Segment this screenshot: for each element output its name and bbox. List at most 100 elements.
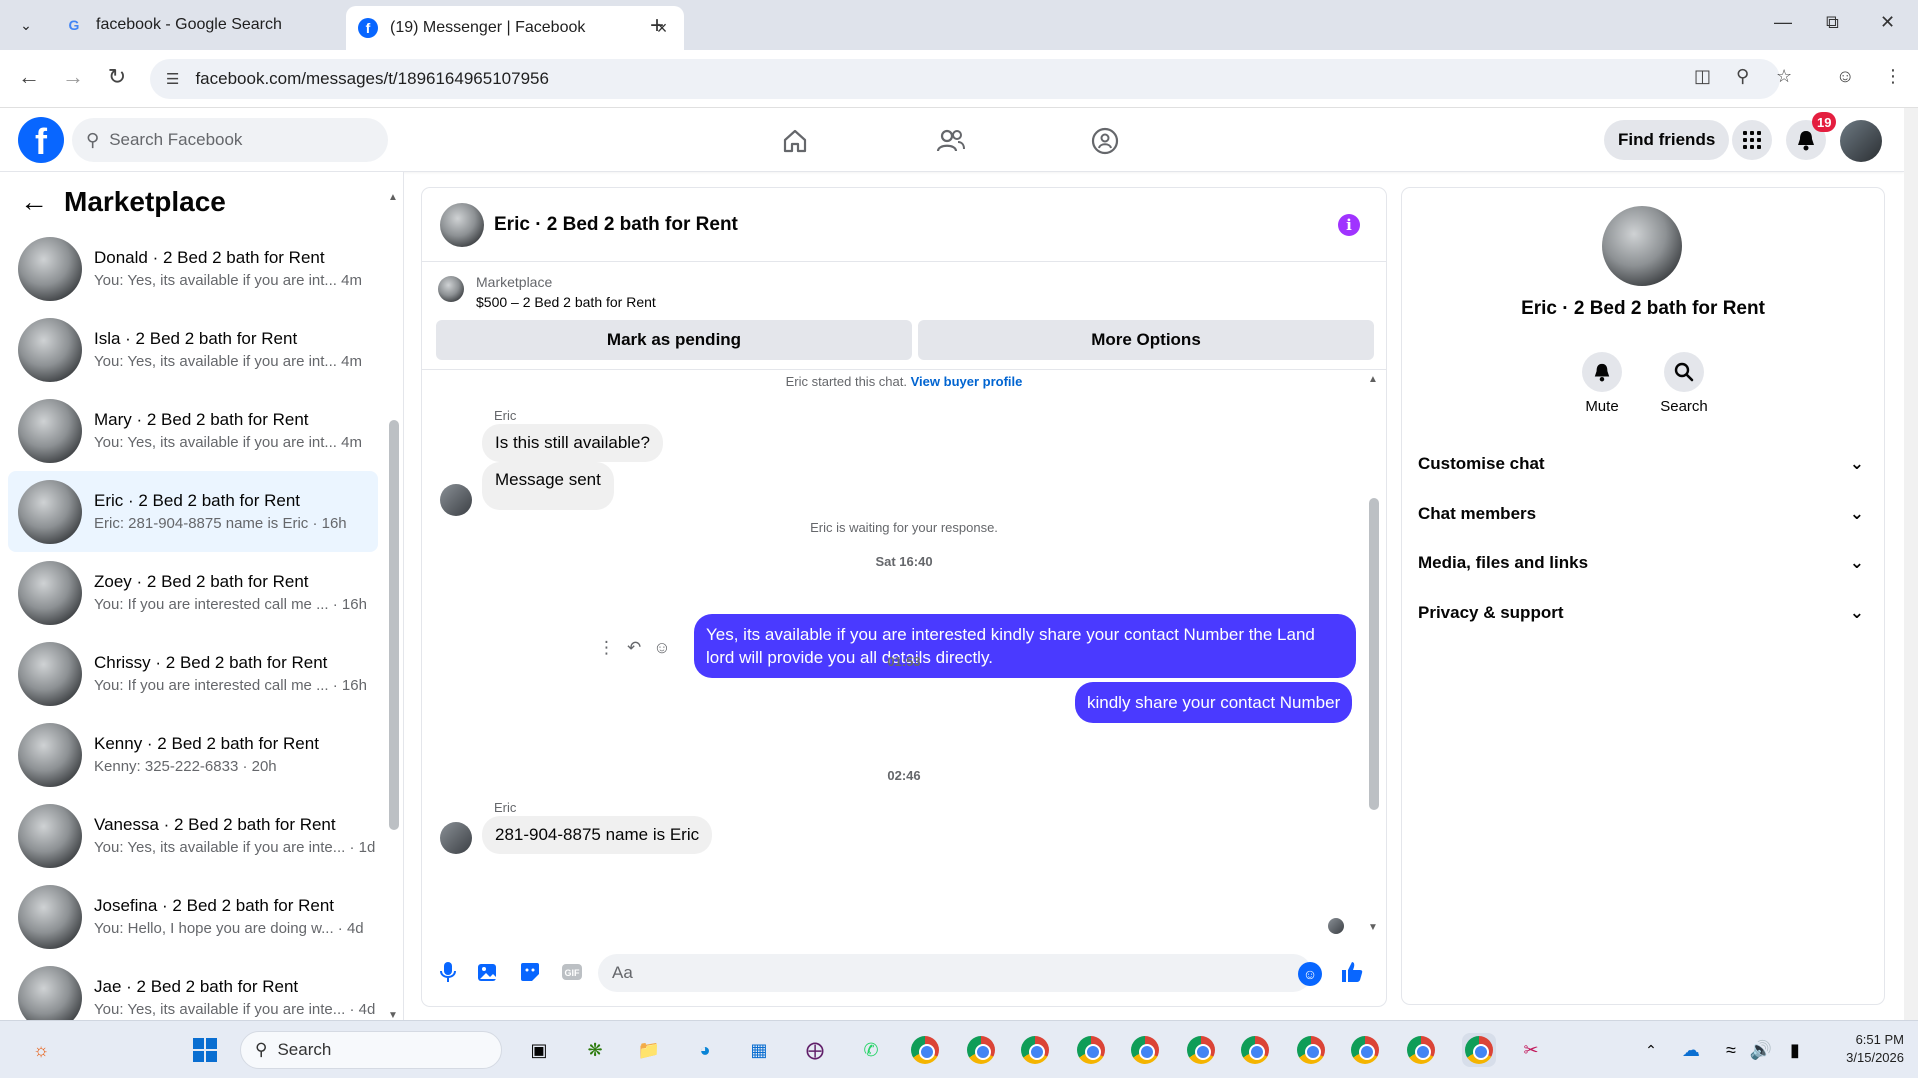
chrome-icon[interactable] [1074, 1033, 1108, 1067]
menu-grid-icon[interactable] [1732, 120, 1772, 160]
slack-icon[interactable]: ⨁ [798, 1033, 832, 1067]
chrome-icon[interactable] [1348, 1033, 1382, 1067]
battery-icon[interactable]: ▮ [1778, 1033, 1812, 1067]
view-buyer-profile-link[interactable]: View buyer profile [911, 374, 1023, 389]
scroll-down-icon[interactable]: ▼ [388, 1010, 398, 1020]
tab-google-search[interactable]: G facebook - Google Search × [52, 6, 390, 44]
groups-icon[interactable] [1088, 124, 1122, 158]
chat-members-section[interactable]: Chat members ⌄ [1418, 492, 1868, 536]
zoom-icon[interactable]: ⚲ [1736, 66, 1749, 87]
like-thumbs-up-icon[interactable] [1340, 960, 1364, 984]
message-input[interactable]: Aa [598, 954, 1312, 992]
chat-avatar[interactable] [440, 202, 484, 247]
friends-icon[interactable] [934, 124, 968, 158]
home-icon[interactable] [778, 124, 812, 158]
window-close-icon[interactable]: ✕ [1880, 12, 1895, 33]
tab-messenger[interactable]: f (19) Messenger | Facebook × [346, 6, 684, 50]
outgoing-message[interactable]: kindly share your contact Number [1075, 682, 1353, 723]
gif-icon[interactable]: GIF [560, 960, 584, 984]
tab-search-chevron-icon[interactable]: ⌄ [10, 9, 42, 41]
conversation-item-selected[interactable]: Eric · 2 Bed 2 bath for Rent Eric: 281-90… [8, 471, 378, 552]
browser-menu-icon[interactable]: ⋮ [1884, 66, 1902, 87]
scrollbar-thumb[interactable] [1369, 498, 1379, 810]
find-friends-button[interactable]: Find friends [1604, 120, 1730, 160]
conversation-item[interactable]: Kenny · 2 Bed 2 bath for Rent Kenny: 325-… [8, 714, 378, 795]
more-options-button[interactable]: More Options [918, 320, 1374, 360]
page-scrollbar[interactable] [1904, 108, 1918, 1020]
chrome-icon[interactable] [1294, 1033, 1328, 1067]
scroll-up-icon[interactable]: ▲ [1368, 374, 1378, 385]
back-arrow-icon[interactable]: ← [20, 186, 48, 218]
conversation-item[interactable]: Mary · 2 Bed 2 bath for Rent You: Yes, it… [8, 390, 378, 471]
edge-icon[interactable]: ◕ [688, 1033, 722, 1067]
incoming-message[interactable]: Is this still available? [482, 424, 663, 462]
media-files-links-section[interactable]: Media, files and links ⌄ [1418, 541, 1868, 585]
volume-icon[interactable]: 🔊 [1744, 1033, 1778, 1067]
privacy-support-section[interactable]: Privacy & support ⌄ [1418, 591, 1868, 635]
search-facebook-input[interactable]: ⚲ Search Facebook [72, 118, 388, 162]
chrome-icon[interactable] [1238, 1033, 1272, 1067]
microphone-icon[interactable] [436, 960, 460, 984]
scroll-up-icon[interactable]: ▲ [388, 192, 398, 203]
copilot-icon[interactable]: ❋ [578, 1033, 612, 1067]
conversation-item[interactable]: Zoey · 2 Bed 2 bath for Rent You: If you … [8, 552, 378, 633]
info-icon[interactable]: i [1338, 214, 1360, 236]
site-settings-icon[interactable]: ☰ [166, 70, 179, 88]
scroll-down-icon[interactable]: ▼ [1368, 922, 1378, 933]
minimize-icon[interactable]: — [1774, 12, 1792, 33]
weather-widget-icon[interactable]: ☼ [24, 1033, 58, 1067]
photo-icon[interactable] [476, 960, 500, 984]
chrome-icon[interactable] [964, 1033, 998, 1067]
chrome-icon[interactable] [1184, 1033, 1218, 1067]
sender-avatar[interactable] [440, 484, 472, 516]
chrome-icon[interactable] [1404, 1033, 1438, 1067]
task-view-icon[interactable]: ▣ [522, 1033, 556, 1067]
new-tab-icon[interactable]: + [650, 12, 664, 40]
sender-avatar[interactable] [440, 822, 472, 854]
listing-thumbnail[interactable] [438, 276, 464, 302]
mute-button[interactable]: Mute [1562, 352, 1642, 415]
show-hidden-icons-chevron-icon[interactable]: ⌃ [1634, 1033, 1668, 1067]
chrome-icon-active[interactable] [1462, 1033, 1496, 1067]
chat-panel: Eric · 2 Bed 2 bath for Rent i Marketpla… [422, 188, 1386, 1006]
back-icon[interactable]: ← [14, 64, 44, 90]
scrollbar-thumb[interactable] [389, 420, 399, 830]
facebook-logo-icon[interactable]: f [18, 117, 64, 163]
search-in-conversation-button[interactable]: Search [1644, 352, 1724, 415]
profile-icon[interactable]: ☺ [1836, 66, 1854, 87]
install-app-icon[interactable]: ◫ [1694, 66, 1711, 87]
system-clock[interactable]: 6:51 PM 3/15/2026 [1822, 1031, 1904, 1067]
whatsapp-icon[interactable]: ✆ [854, 1033, 888, 1067]
reload-icon[interactable]: ↻ [102, 64, 132, 90]
contact-avatar[interactable] [1602, 206, 1682, 286]
listing-title[interactable]: $500 – 2 Bed 2 bath for Rent [476, 294, 656, 310]
conversation-item[interactable]: Chrissy · 2 Bed 2 bath for Rent You: If y… [8, 633, 378, 714]
bookmark-star-icon[interactable]: ☆ [1776, 66, 1792, 87]
wifi-icon[interactable]: ≈ [1714, 1033, 1748, 1067]
taskbar-search-input[interactable]: ⚲ Search [240, 1031, 502, 1069]
customise-chat-section[interactable]: Customise chat ⌄ [1418, 442, 1868, 486]
chrome-icon[interactable] [1128, 1033, 1162, 1067]
restore-icon[interactable]: ⧉ [1826, 12, 1839, 33]
mark-as-pending-button[interactable]: Mark as pending [436, 320, 912, 360]
windows-start-icon[interactable] [188, 1033, 222, 1067]
conversation-item[interactable]: Jae · 2 Bed 2 bath for Rent You: Yes, its… [8, 957, 378, 1020]
conversation-item[interactable]: Vanessa · 2 Bed 2 bath for Rent You: Yes,… [8, 795, 378, 876]
forward-icon[interactable]: → [58, 64, 88, 90]
conversation-item[interactable]: Josefina · 2 Bed 2 bath for Rent You: Hel… [8, 876, 378, 957]
conversation-item[interactable]: Isla · 2 Bed 2 bath for Rent You: Yes, it… [8, 309, 378, 390]
emoji-icon[interactable]: ☺ [1298, 962, 1322, 986]
onedrive-icon[interactable]: ☁ [1674, 1033, 1708, 1067]
chrome-icon[interactable] [908, 1033, 942, 1067]
incoming-message[interactable]: Message sent [482, 462, 614, 510]
sticker-icon[interactable] [518, 960, 542, 984]
chat-title[interactable]: Eric · 2 Bed 2 bath for Rent [494, 214, 738, 236]
url-field[interactable]: ☰ facebook.com/messages/t/18961649651079… [150, 59, 1780, 99]
chrome-icon[interactable] [1018, 1033, 1052, 1067]
conversation-item[interactable]: Donald · 2 Bed 2 bath for Rent You: Yes, … [8, 228, 378, 309]
incoming-message[interactable]: 281-904-8875 name is Eric [482, 816, 713, 854]
account-avatar[interactable] [1840, 120, 1882, 162]
snipping-tool-icon[interactable]: ✂ [1514, 1033, 1548, 1067]
microsoft-store-icon[interactable]: ▦ [742, 1033, 776, 1067]
file-explorer-icon[interactable]: 📁 [632, 1033, 666, 1067]
